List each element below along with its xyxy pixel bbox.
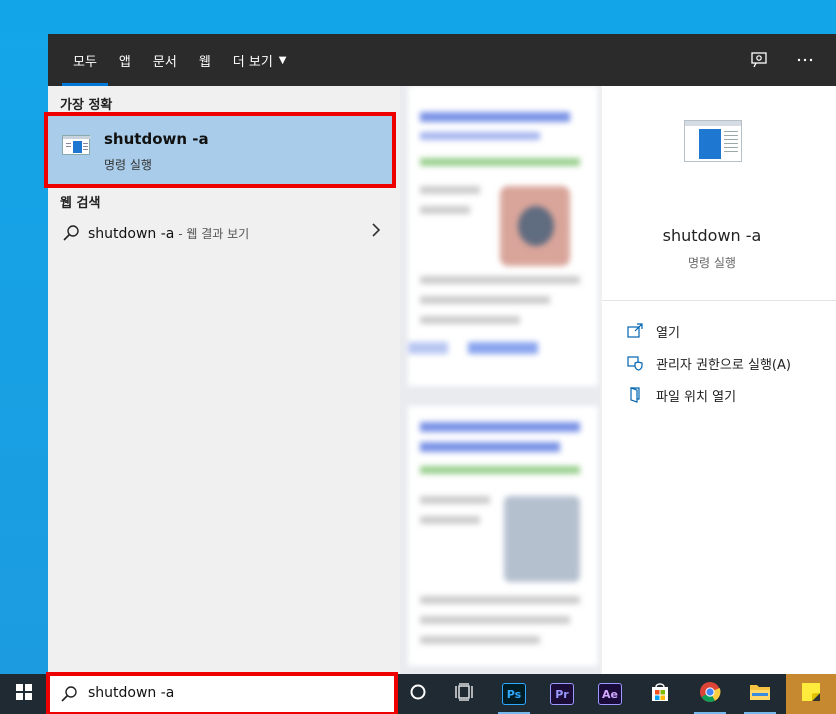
- photoshop-button[interactable]: Ps: [490, 674, 538, 714]
- search-panel: 모두 앱 문서 웹 더 보기 ▼ 가장 정확 shutdown -a 명령 실행…: [44, 34, 836, 674]
- tab-documents-label: 문서: [152, 54, 177, 70]
- web-preview-blurred: [400, 86, 600, 674]
- web-search-text: shutdown -a - 웹 결과 보기: [88, 225, 249, 242]
- action-open-file-location[interactable]: 파일 위치 열기: [626, 384, 736, 406]
- feedback-icon[interactable]: [750, 51, 768, 69]
- search-scope-bar: 모두 앱 문서 웹 더 보기 ▼: [48, 34, 836, 86]
- photoshop-icon: Ps: [502, 683, 526, 705]
- search-value: shutdown -a: [88, 685, 175, 701]
- more-options-icon[interactable]: [796, 51, 814, 69]
- web-search-result[interactable]: shutdown -a - 웹 결과 보기: [48, 216, 400, 250]
- tab-documents[interactable]: 문서: [142, 34, 188, 86]
- store-button[interactable]: [636, 674, 684, 714]
- details-subtitle: 명령 실행: [688, 256, 736, 270]
- results-list: 가장 정확 shutdown -a 명령 실행 웹 검색 shutdown -a…: [44, 86, 400, 674]
- details-pane: shutdown -a 명령 실행 열기 관리자 권한으로 실행(A) 파일 위…: [602, 86, 836, 674]
- folder-icon: [749, 682, 771, 706]
- scope-tabs: 모두 앱 문서 웹 더 보기 ▼: [62, 34, 298, 86]
- best-match-subtitle: 명령 실행: [104, 158, 152, 172]
- action-run-as-admin-label: 관리자 권한으로 실행(A): [656, 357, 791, 373]
- tab-all[interactable]: 모두: [62, 34, 108, 86]
- action-run-as-admin[interactable]: 관리자 권한으로 실행(A): [626, 352, 791, 374]
- premiere-icon: Pr: [550, 683, 574, 705]
- top-actions: [750, 34, 814, 86]
- best-match-result[interactable]: shutdown -a 명령 실행: [44, 112, 396, 188]
- search-icon: [60, 685, 78, 707]
- after-effects-button[interactable]: Ae: [586, 674, 634, 714]
- caret-down-icon: ▼: [278, 54, 287, 66]
- tab-apps-label: 앱: [118, 54, 131, 70]
- chrome-button[interactable]: [686, 674, 734, 714]
- action-open[interactable]: 열기: [626, 320, 680, 342]
- tab-web[interactable]: 웹: [188, 34, 222, 86]
- task-view-icon: [454, 683, 474, 705]
- sticky-notes-button[interactable]: [786, 674, 836, 714]
- task-view-button[interactable]: [440, 674, 488, 714]
- taskbar: shutdown -a Ps Pr Ae: [0, 672, 836, 714]
- taskbar-search-input[interactable]: shutdown -a: [46, 672, 398, 714]
- cortana-icon: [409, 683, 427, 705]
- best-match-title: shutdown -a: [104, 130, 209, 148]
- open-icon: [626, 322, 644, 340]
- run-command-icon: [62, 135, 91, 155]
- web-search-header: 웹 검색: [60, 196, 101, 211]
- after-effects-icon: Ae: [598, 683, 622, 705]
- action-open-file-location-label: 파일 위치 열기: [656, 389, 737, 405]
- shield-icon: [626, 354, 644, 372]
- chevron-right-icon: [370, 222, 382, 242]
- web-search-query: shutdown -a: [88, 226, 175, 242]
- web-search-suffix: - 웹 결과 보기: [174, 227, 250, 241]
- action-open-label: 열기: [656, 325, 680, 341]
- search-icon: [62, 224, 80, 246]
- chrome-icon: [699, 681, 721, 707]
- tab-apps[interactable]: 앱: [108, 34, 142, 86]
- file-location-icon: [626, 386, 644, 404]
- tab-more[interactable]: 더 보기 ▼: [222, 34, 298, 86]
- premiere-button[interactable]: Pr: [538, 674, 586, 714]
- best-match-header: 가장 정확: [60, 98, 113, 113]
- tab-all-label: 모두: [73, 54, 97, 70]
- details-title: shutdown -a: [662, 226, 762, 245]
- cortana-button[interactable]: [394, 674, 442, 714]
- file-explorer-button[interactable]: [736, 674, 784, 714]
- start-button[interactable]: [0, 674, 48, 714]
- tab-web-label: 웹: [198, 54, 211, 70]
- store-icon: [649, 681, 671, 707]
- windows-logo-icon: [16, 684, 32, 704]
- details-divider: [602, 300, 836, 301]
- run-command-large-icon: [684, 120, 742, 162]
- tab-more-label: 더 보기: [232, 54, 273, 70]
- sticky-notes-icon: [800, 681, 822, 707]
